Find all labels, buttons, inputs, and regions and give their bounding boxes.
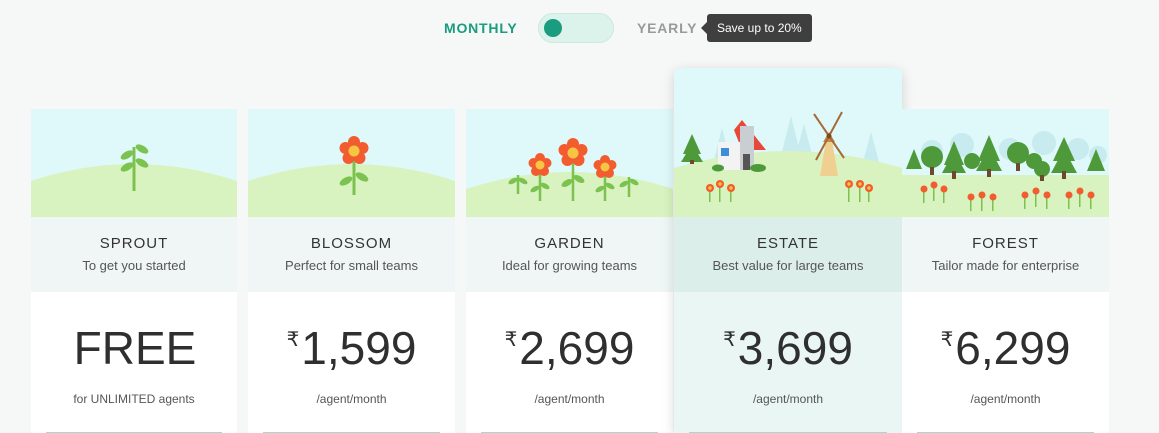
forest-icon	[902, 109, 1109, 217]
plan-tagline: Perfect for small teams	[285, 258, 418, 273]
plan-header: FOREST Tailor made for enterprise	[902, 217, 1109, 292]
plan-tagline: Tailor made for enterprise	[931, 258, 1080, 273]
plan-price: ₹1,599	[287, 322, 417, 384]
yearly-label[interactable]: YEARLY	[637, 20, 697, 36]
plan-name: ESTATE	[756, 235, 820, 252]
monthly-label[interactable]: MONTHLY	[444, 20, 518, 36]
price-period: for UNLIMITED agents	[73, 392, 195, 406]
price-value: 3,699	[737, 322, 853, 374]
plan-card-garden[interactable]: GARDEN Ideal for growing teams ₹2,699 /a…	[466, 109, 673, 433]
plan-price: FREE	[72, 322, 197, 384]
plan-header: ESTATE Best value for large teams	[674, 217, 902, 292]
plan-card-sprout[interactable]: SPROUT To get you started FREE for UNLIM…	[31, 109, 237, 433]
plan-price: ₹3,699	[723, 322, 853, 384]
savings-tooltip: Save up to 20%	[701, 14, 812, 42]
plan-name: FOREST	[972, 235, 1039, 252]
price-value: 6,299	[955, 322, 1071, 374]
plan-header: SPROUT To get you started	[31, 217, 237, 292]
plan-price: ₹2,699	[505, 322, 635, 384]
plan-header: GARDEN Ideal for growing teams	[466, 217, 673, 292]
price-value: 1,599	[301, 322, 417, 374]
plan-price: ₹6,299	[941, 322, 1071, 384]
plan-price-area: ₹3,699 /agent/month	[674, 292, 902, 433]
plan-price-area: ₹1,599 /agent/month	[248, 292, 455, 433]
price-period: /agent/month	[534, 392, 605, 406]
price-period: /agent/month	[970, 392, 1041, 406]
plan-card-forest[interactable]: FOREST Tailor made for enterprise ₹6,299…	[902, 109, 1109, 433]
price-period: /agent/month	[316, 392, 387, 406]
price-value: 2,699	[519, 322, 635, 374]
plan-header: BLOSSOM Perfect for small teams	[248, 217, 455, 292]
price-value: FREE	[73, 322, 197, 374]
currency-symbol: ₹	[504, 329, 518, 351]
currency-symbol: ₹	[723, 329, 736, 351]
plan-tagline: Best value for large teams	[712, 258, 864, 273]
garden-icon	[466, 109, 673, 217]
plan-card-estate[interactable]: ESTATE Best value for large teams ₹3,699…	[674, 68, 902, 433]
price-period: /agent/month	[752, 392, 824, 406]
plan-name: GARDEN	[534, 235, 605, 252]
flower-icon	[248, 109, 455, 217]
billing-period-switch[interactable]	[538, 13, 614, 43]
switch-knob[interactable]	[544, 19, 562, 37]
plan-price-area: ₹2,699 /agent/month	[466, 292, 673, 433]
plan-tagline: To get you started	[82, 258, 186, 273]
estate-icon	[674, 68, 902, 217]
plan-name: SPROUT	[99, 235, 169, 252]
plan-price-area: FREE for UNLIMITED agents	[31, 292, 237, 433]
plan-card-blossom[interactable]: BLOSSOM Perfect for small teams ₹1,599 /…	[248, 109, 455, 433]
plan-tagline: Ideal for growing teams	[501, 258, 638, 273]
billing-toggle-row: MONTHLY YEARLY Save up to 20%	[0, 12, 1159, 44]
currency-symbol: ₹	[940, 329, 954, 351]
sprout-icon	[31, 109, 237, 217]
currency-symbol: ₹	[286, 329, 300, 351]
plan-price-area: ₹6,299 /agent/month	[902, 292, 1109, 433]
plan-name: BLOSSOM	[310, 235, 393, 252]
